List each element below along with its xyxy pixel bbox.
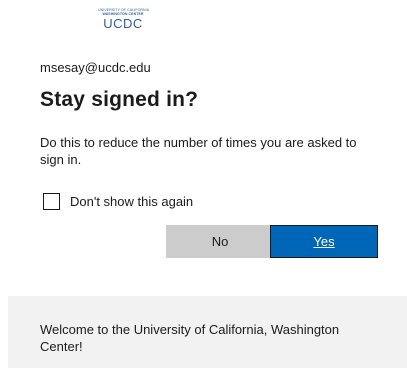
yes-button[interactable]: Yes bbox=[270, 225, 378, 258]
footer-welcome-text: Welcome to the University of California,… bbox=[40, 322, 340, 354]
logo-wordmark: UCDC bbox=[103, 16, 143, 31]
logo-subtitle: UNIVERSITY OF CALIFORNIA WASHINGTON CENT… bbox=[98, 8, 149, 16]
dont-show-again-option[interactable]: Don't show this again bbox=[43, 193, 193, 210]
page-title: Stay signed in? bbox=[40, 88, 199, 111]
description-text: Do this to reduce the number of times yo… bbox=[40, 135, 357, 167]
dont-show-again-label[interactable]: Don't show this again bbox=[70, 194, 193, 209]
footer-banner: Welcome to the University of California,… bbox=[8, 296, 407, 368]
account-email: msesay@ucdc.edu bbox=[40, 60, 151, 75]
dont-show-again-checkbox[interactable] bbox=[43, 193, 60, 210]
no-button[interactable]: No bbox=[166, 225, 274, 258]
ucdc-logo: UNIVERSITY OF CALIFORNIA WASHINGTON CENT… bbox=[98, 8, 149, 34]
